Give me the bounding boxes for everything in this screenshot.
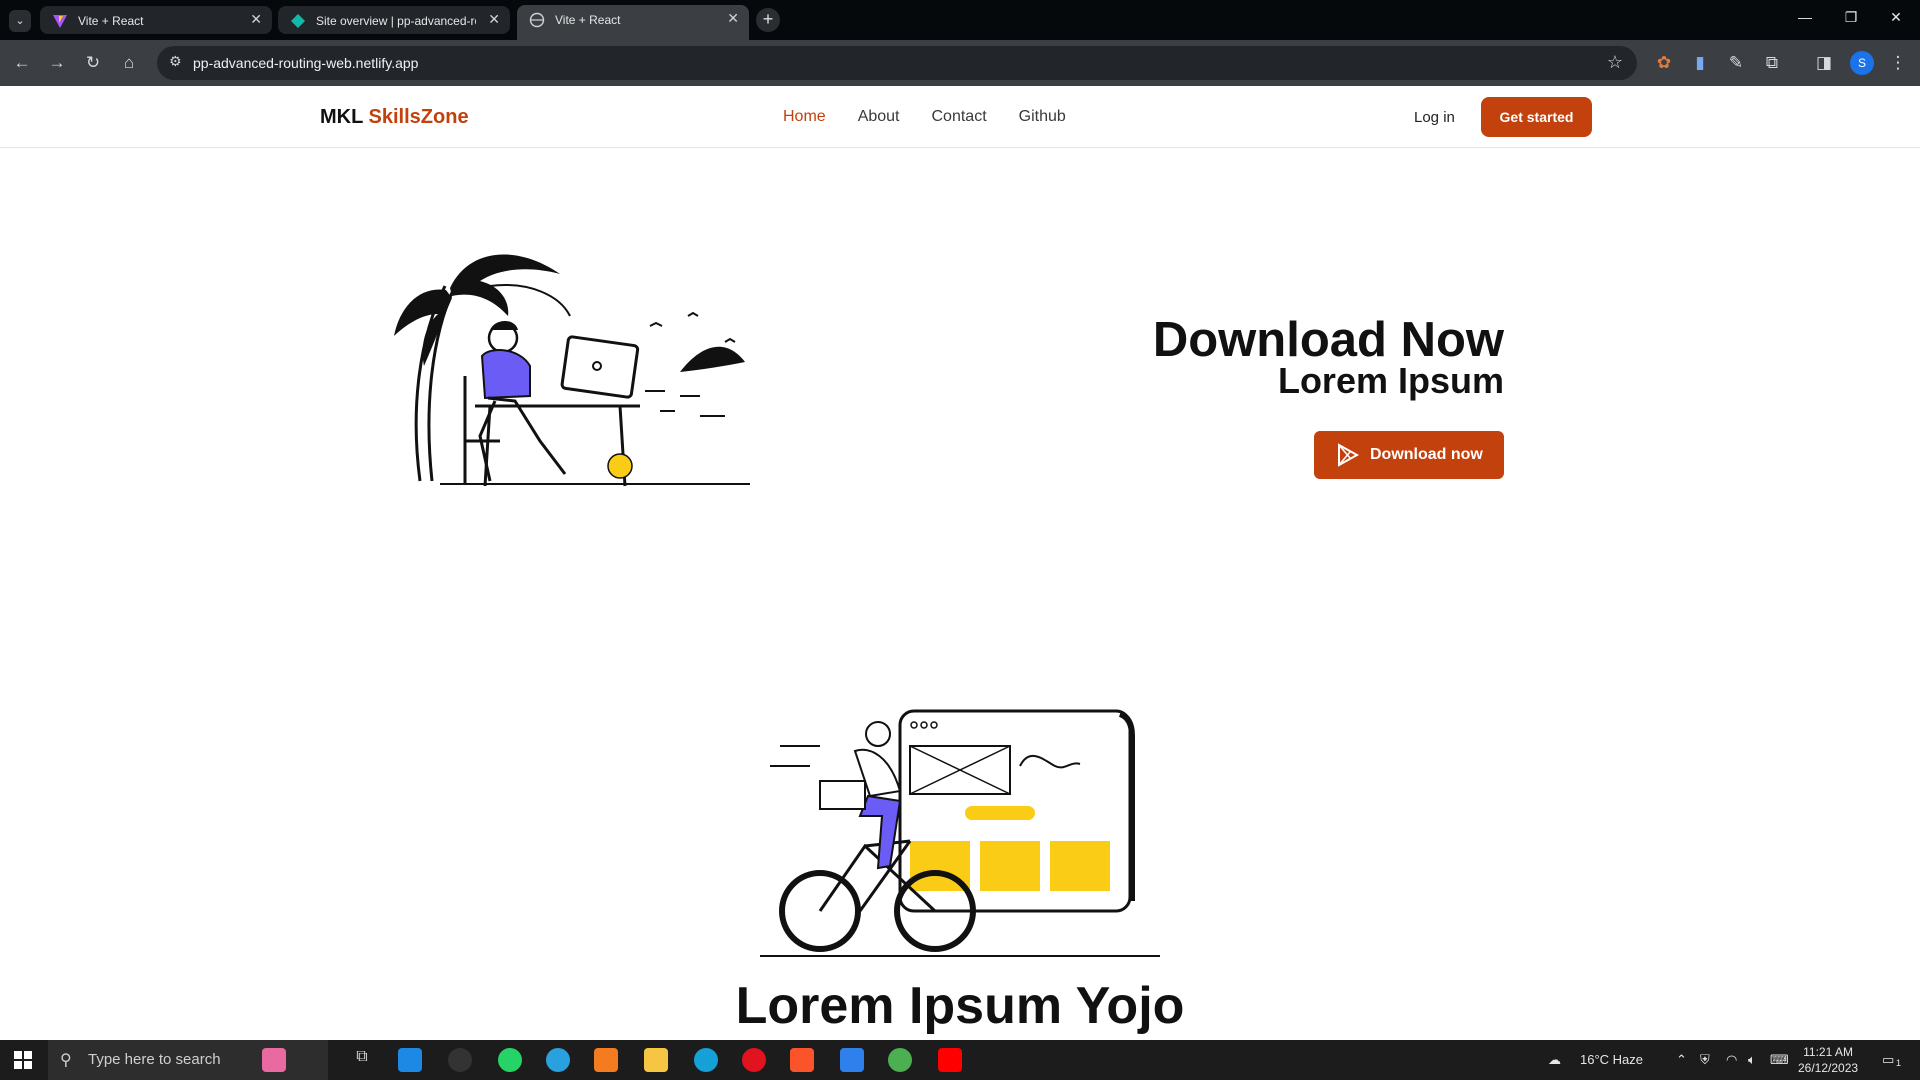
download-now-label: Download now	[1370, 446, 1483, 463]
chrome-icon[interactable]	[888, 1048, 912, 1072]
close-window-icon[interactable]: ✕	[1886, 9, 1906, 26]
notification-icon[interactable]: ▭	[1882, 1052, 1894, 1068]
docs-extension-icon[interactable]: ▮	[1688, 51, 1712, 75]
cookie-extension-icon[interactable]: ✿	[1652, 51, 1676, 75]
nav-link-contact[interactable]: Contact	[932, 108, 987, 126]
security-icon[interactable]: ⛨	[1700, 1052, 1710, 1068]
clock-time: 11:21 AM	[1803, 1045, 1853, 1059]
globe-icon	[529, 12, 545, 28]
profile-avatar[interactable]: S	[1850, 51, 1874, 75]
notification-count: 1	[1896, 1058, 1902, 1068]
netlify-icon	[291, 14, 305, 28]
vite-icon	[53, 15, 67, 28]
side-panel-icon[interactable]: ◨	[1812, 51, 1836, 75]
search-placeholder: Type here to search	[88, 1051, 221, 1068]
download-now-button[interactable]: Download now	[1314, 431, 1504, 479]
task-view-icon[interactable]: ⧉	[350, 1048, 374, 1072]
tray-chevron-icon[interactable]: ⌃	[1676, 1052, 1687, 1068]
nav-link-about[interactable]: About	[858, 108, 900, 126]
browser-tab-strip: ⌄ Vite + React ✕ Site overview | pp-adva…	[0, 0, 1920, 40]
file-explorer-icon[interactable]	[644, 1048, 668, 1072]
url-text[interactable]: pp-advanced-routing-web.netlify.app	[193, 55, 418, 71]
web-page: MKL SkillsZone Home About Contact Github…	[0, 86, 1920, 1040]
nav-link-github[interactable]: Github	[1019, 108, 1066, 126]
windows-taskbar: ⚲ Type here to search ⧉ ☁ 16°C Haze ⌃ ⛨ …	[0, 1040, 1920, 1080]
nav-menu: Home About Contact Github	[783, 108, 1066, 126]
close-icon[interactable]: ✕	[727, 10, 739, 27]
color-picker-icon[interactable]: ✎	[1724, 51, 1748, 75]
site-info-icon[interactable]: ⚙	[169, 53, 182, 70]
taskbar-clock[interactable]: 11:21 AM 26/12/2023	[1798, 1044, 1858, 1076]
menu-kebab-icon[interactable]: ⋮	[1886, 51, 1910, 75]
tab-search-button[interactable]: ⌄	[9, 10, 31, 32]
maps-icon[interactable]	[448, 1048, 472, 1072]
clock-date: 26/12/2023	[1798, 1061, 1859, 1075]
section-title: Lorem Ipsum Yojo	[735, 977, 1185, 1035]
vscode-icon[interactable]	[840, 1048, 864, 1072]
bookmark-star-icon[interactable]: ☆	[1607, 52, 1623, 73]
whatsapp-icon[interactable]	[498, 1048, 522, 1072]
brand-prefix: MKL	[320, 106, 363, 128]
weather-text[interactable]: 16°C Haze	[1580, 1052, 1643, 1067]
home-icon[interactable]: ⌂	[117, 51, 141, 75]
restore-icon[interactable]: ❐	[1841, 9, 1861, 26]
minimize-icon[interactable]: —	[1795, 9, 1815, 25]
wifi-icon[interactable]: ◠	[1726, 1052, 1737, 1068]
new-tab-button[interactable]: +	[756, 8, 780, 32]
site-navbar: MKL SkillsZone Home About Contact Github…	[0, 86, 1920, 148]
hero-subtitle: Lorem Ipsum	[1277, 360, 1504, 401]
tab-title: Vite + React	[555, 13, 621, 27]
youtube-icon[interactable]	[938, 1048, 962, 1072]
edge-icon[interactable]	[694, 1048, 718, 1072]
microsoft-store-icon[interactable]	[398, 1048, 422, 1072]
nav-link-home[interactable]: Home	[783, 108, 826, 126]
forward-icon[interactable]: →	[45, 51, 69, 75]
close-icon[interactable]: ✕	[488, 11, 500, 28]
taskbar-search-box[interactable]: ⚲ Type here to search	[48, 1040, 328, 1080]
volume-icon[interactable]: 🔈︎	[1748, 1052, 1756, 1068]
hero-illustration	[394, 254, 750, 487]
close-icon[interactable]: ✕	[250, 11, 262, 28]
browser-toolbar: ← → ↻ ⌂ ⚙ pp-advanced-routing-web.netlif…	[0, 40, 1920, 86]
brand-logo[interactable]: MKL SkillsZone	[320, 106, 469, 129]
get-started-button[interactable]: Get started	[1481, 97, 1592, 137]
search-highlight-icon[interactable]	[262, 1048, 286, 1072]
play-store-icon	[1338, 443, 1360, 467]
browser-tab[interactable]: Site overview | pp-advanced-ro ✕	[278, 6, 510, 34]
vlc-icon[interactable]	[594, 1048, 618, 1072]
weather-icon[interactable]: ☁	[1548, 1052, 1561, 1068]
login-link[interactable]: Log in	[1414, 109, 1455, 126]
opera-icon[interactable]	[742, 1048, 766, 1072]
keyboard-icon[interactable]: ⌨	[1770, 1052, 1789, 1068]
reload-icon[interactable]: ↻	[81, 51, 105, 75]
browser-tab-active[interactable]: Vite + React ✕	[517, 5, 749, 40]
back-icon[interactable]: ←	[10, 51, 34, 75]
address-bar[interactable]: ⚙ pp-advanced-routing-web.netlify.app ☆	[157, 46, 1637, 80]
windows-start-icon[interactable]	[14, 1051, 32, 1069]
brave-icon[interactable]	[790, 1048, 814, 1072]
browser-tab[interactable]: Vite + React ✕	[40, 6, 272, 34]
extensions-icon[interactable]: ⧉	[1760, 51, 1784, 75]
tab-title: Site overview | pp-advanced-ro	[316, 14, 476, 28]
tab-title: Vite + React	[78, 14, 144, 28]
telegram-icon[interactable]	[546, 1048, 570, 1072]
brand-accent: SkillsZone	[368, 106, 469, 128]
search-icon: ⚲	[60, 1052, 72, 1069]
